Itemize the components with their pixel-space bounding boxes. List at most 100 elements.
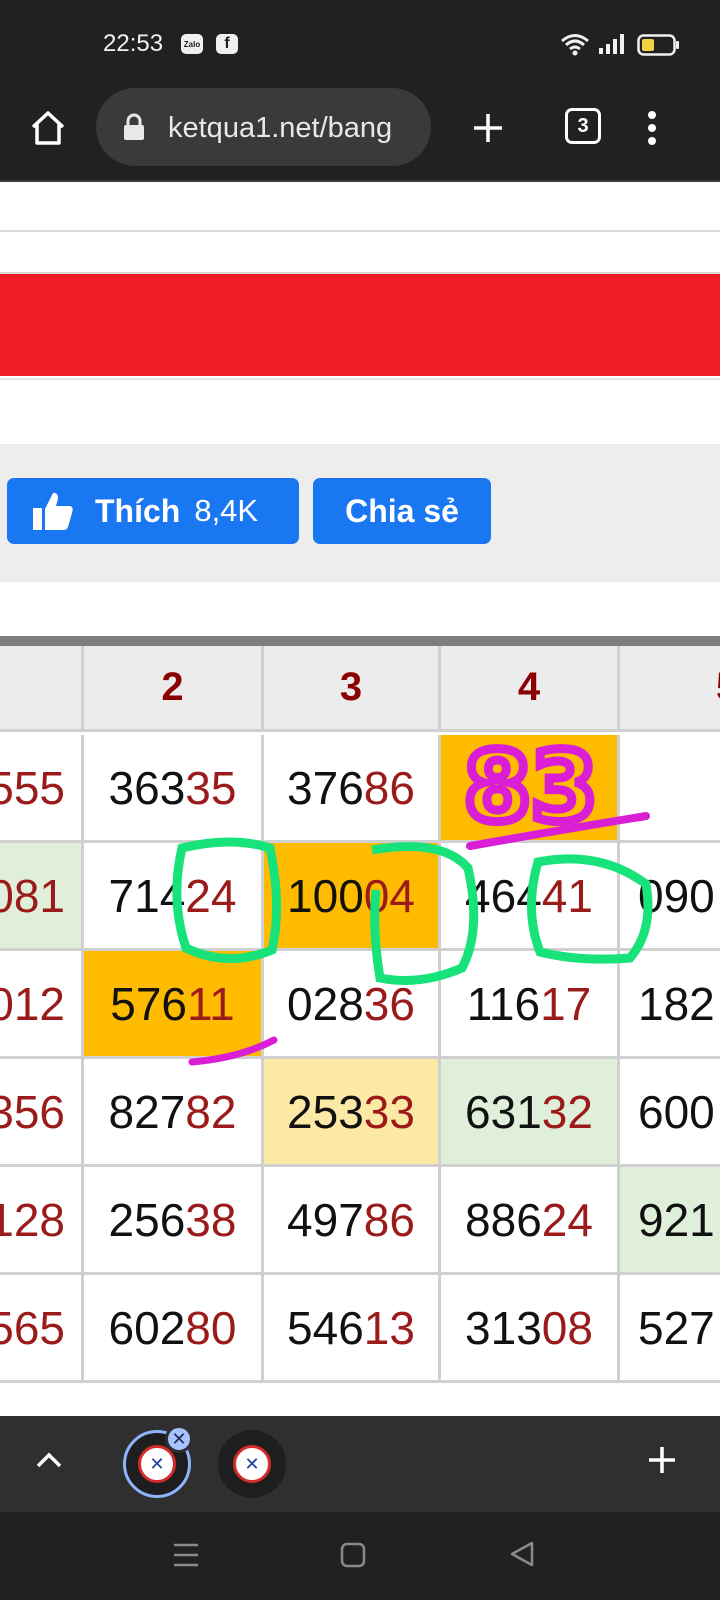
number-prefix: 363 (108, 761, 186, 814)
column-header: 4 (441, 646, 620, 732)
menu-button[interactable] (636, 102, 668, 154)
result-cell: 631 32 (441, 1059, 620, 1167)
result-cell: 081 (0, 843, 84, 951)
result-cell: 313 08 (441, 1275, 620, 1383)
number-suffix: 08 (541, 1301, 593, 1354)
number-suffix: 04 (363, 869, 415, 922)
result-cell: 464 41 (441, 843, 620, 951)
number-suffix: 32 (541, 1085, 593, 1138)
home-nav-icon[interactable] (340, 1542, 366, 1568)
number-suffix: 35 (185, 761, 237, 814)
number-prefix: 116 (466, 977, 541, 1030)
result-cell: 565 (0, 1275, 84, 1383)
result-cell: 028 36 (264, 951, 441, 1059)
result-cell (620, 735, 720, 843)
number-prefix: 600 (638, 1085, 715, 1138)
column-header: 2 (84, 646, 264, 732)
result-cell: 090 (620, 843, 720, 951)
home-icon (31, 111, 65, 145)
recent-apps-icon[interactable] (172, 1542, 200, 1568)
number-prefix: 376 (287, 761, 364, 814)
chevron-up-icon[interactable] (34, 1450, 64, 1470)
facebook-notification-icon: f (216, 34, 238, 54)
web-page: Thích 8,4K Chia sẻ 234555536335376860817… (0, 184, 720, 1416)
number-suffix: 86 (363, 1193, 415, 1246)
address-bar[interactable]: ketqua1.net/bang (96, 88, 431, 166)
tab-thumbnail[interactable]: ✕ (218, 1430, 286, 1498)
zalo-notification-icon: Zalo (181, 34, 203, 54)
result-cell: 497 86 (264, 1167, 441, 1275)
more-vert-icon (648, 111, 656, 145)
number-prefix: 714 (108, 869, 186, 922)
plus-icon[interactable] (646, 1444, 678, 1476)
number-suffix: 86 (363, 761, 415, 814)
number-suffix: 13 (363, 1301, 415, 1354)
result-cell: 116 17 (441, 951, 620, 1059)
close-tab-icon[interactable]: ✕ (165, 1425, 193, 1453)
result-cell: 555 (0, 735, 84, 843)
number-prefix: 313 (465, 1301, 542, 1354)
number-suffix: 17 (540, 977, 592, 1030)
signal-icon (599, 34, 624, 54)
number-prefix: 546 (287, 1301, 364, 1354)
number-suffix: 24 (185, 869, 237, 922)
site-favicon-icon: ✕ (233, 1445, 271, 1483)
result-cell: 576 11 (84, 951, 264, 1059)
number-prefix: 631 (465, 1085, 542, 1138)
number-suffix: 82 (185, 1085, 237, 1138)
number-prefix: 464 (465, 869, 542, 922)
number-prefix: 576 (110, 977, 187, 1030)
number-prefix: 090 (638, 869, 715, 922)
number-suffix: 38 (185, 1193, 237, 1246)
table-top-border (0, 636, 720, 646)
divider (0, 230, 720, 232)
like-label: Thích (95, 492, 181, 529)
result-cell: 921 (620, 1167, 720, 1275)
red-banner (0, 272, 720, 376)
back-icon[interactable] (508, 1540, 536, 1568)
status-bar: 22:53 Zalo f (0, 0, 720, 82)
number-prefix: 827 (108, 1085, 186, 1138)
number-prefix: 182 (638, 977, 715, 1030)
phone-screen: 22:53 Zalo f ketqua1.net/bang 3 Thích 8,… (0, 0, 720, 1600)
number-prefix: 886 (465, 1193, 542, 1246)
home-button[interactable] (22, 102, 74, 154)
wifi-icon (561, 34, 589, 56)
result-cell: 527 (620, 1275, 720, 1383)
number-suffix: 41 (541, 869, 593, 922)
number-suffix: 081 (0, 869, 65, 922)
system-navigation-bar (0, 1512, 720, 1600)
tab-strip (0, 1416, 720, 1512)
result-cell: 256 38 (84, 1167, 264, 1275)
facebook-share-button[interactable]: Chia sẻ (313, 478, 491, 544)
result-cell: 714 24 (84, 843, 264, 951)
number-suffix: 11 (186, 977, 235, 1030)
column-header: 5 (620, 646, 720, 732)
column-header (0, 646, 84, 732)
result-cell: 128 (0, 1167, 84, 1275)
result-cell: 253 33 (264, 1059, 441, 1167)
result-cell: 182 (620, 951, 720, 1059)
results-table: 2345555363353768608171424100044644109001… (0, 636, 720, 1416)
number-prefix: 527 (638, 1301, 715, 1354)
plus-icon (474, 114, 502, 142)
clock: 22:53 (103, 30, 164, 57)
thumbs-up-icon (33, 492, 73, 530)
result-cell: 363 35 (84, 735, 264, 843)
result-cell: 602 80 (84, 1275, 264, 1383)
result-cell: 100 04 (264, 843, 441, 951)
number-suffix: 33 (363, 1085, 415, 1138)
result-cell: 356 (0, 1059, 84, 1167)
battery-icon (637, 34, 679, 56)
tab-switcher-button[interactable]: 3 (565, 108, 601, 144)
number-suffix: 012 (0, 977, 65, 1030)
facebook-like-button[interactable]: Thích 8,4K (7, 478, 299, 544)
new-tab-button[interactable] (462, 102, 514, 154)
number-prefix: 921 (638, 1193, 715, 1246)
result-cell (441, 735, 620, 843)
lock-icon (124, 113, 144, 140)
result-cell: 600 (620, 1059, 720, 1167)
number-prefix: 100 (287, 869, 364, 922)
number-suffix: 80 (185, 1301, 237, 1354)
like-count: 8,4K (194, 493, 259, 528)
